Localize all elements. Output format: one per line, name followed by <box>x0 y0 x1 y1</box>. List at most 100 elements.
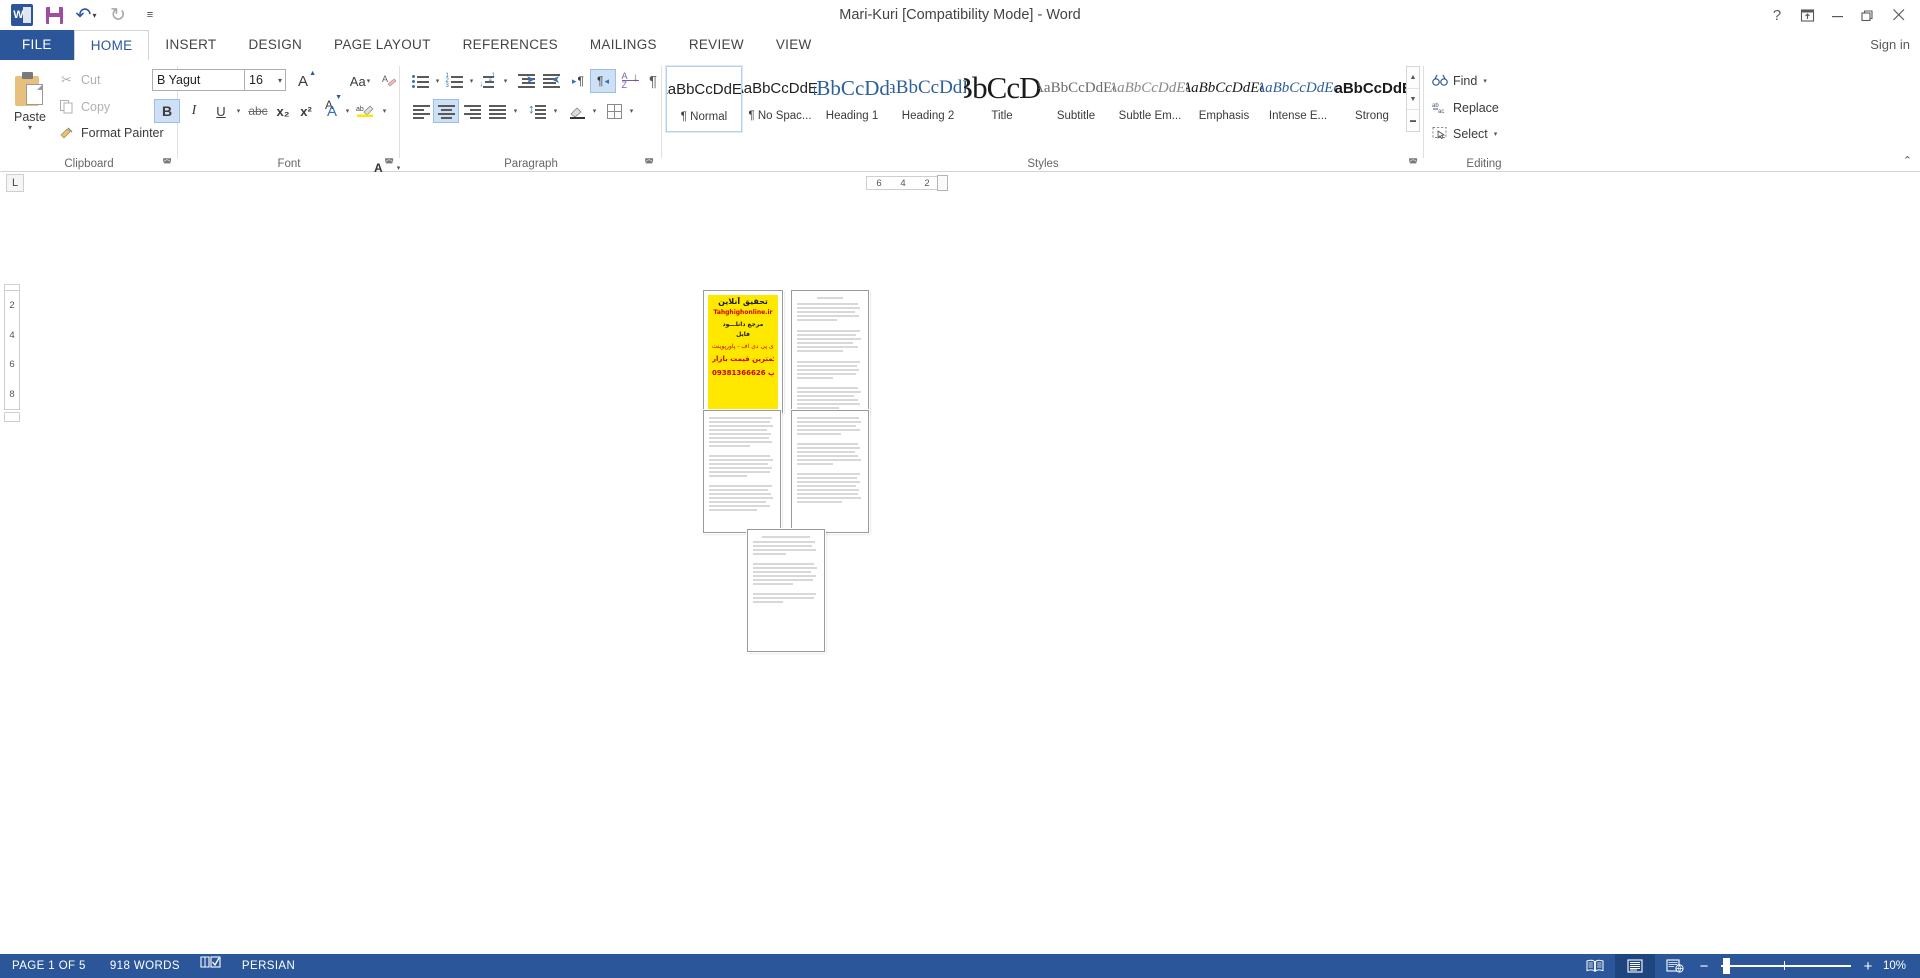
style-heading-2[interactable]: AaBbCcDdEe Heading 2 <box>890 66 966 132</box>
replace-button[interactable]: ab ac Replace <box>1432 96 1499 120</box>
style-heading-1[interactable]: AaBbCcDdEe Heading 1 <box>814 66 890 132</box>
highlight-color-icon[interactable]: ab <box>353 96 379 123</box>
multilevel-caret-icon[interactable]: ▾ <box>499 69 511 93</box>
decrease-indent-button[interactable]: ➤ <box>514 69 540 93</box>
minimize-button[interactable] <box>1822 1 1852 29</box>
bullets-button[interactable] <box>408 69 432 93</box>
numbering-button[interactable]: 123 <box>442 69 466 93</box>
shading-caret-icon[interactable]: ▾ <box>588 99 600 123</box>
style-subtle-emphasis[interactable]: AaBbCcDdEe Subtle Em... <box>1112 66 1188 132</box>
align-right-button[interactable] <box>459 99 485 123</box>
underline-button[interactable]: U <box>208 99 234 123</box>
style-normal[interactable]: AaBbCcDdEe ¶ Normal <box>665 65 743 133</box>
style-title[interactable]: AaBbCcDdEe Title <box>964 66 1040 132</box>
shading-button[interactable] <box>565 99 589 123</box>
language-indicator[interactable]: PERSIAN <box>230 954 307 978</box>
justify-button[interactable] <box>484 99 510 123</box>
font-size-caret-icon[interactable]: ▾ <box>278 76 282 85</box>
find-button[interactable]: Find ▾ <box>1432 69 1487 93</box>
find-caret-icon[interactable]: ▾ <box>1483 77 1487 85</box>
customize-quick-access-icon[interactable]: ≡ <box>136 2 164 28</box>
zoom-level[interactable]: 10% <box>1877 960 1920 972</box>
styles-more-icon[interactable]: ▬ <box>1407 110 1419 131</box>
italic-button[interactable]: I <box>181 99 207 123</box>
tab-view[interactable]: VIEW <box>760 30 828 60</box>
select-button[interactable]: Select ▾ <box>1432 122 1497 146</box>
styles-scroll-up-icon[interactable]: ▲ <box>1407 67 1419 89</box>
grow-font-button[interactable]: A ▲ <box>291 69 316 93</box>
tab-file[interactable]: FILE <box>0 30 74 60</box>
page-thumbnail-5[interactable] <box>747 529 825 652</box>
read-mode-button[interactable] <box>1575 954 1615 978</box>
tab-page-layout[interactable]: PAGE LAYOUT <box>318 30 447 60</box>
page-thumbnail-3[interactable] <box>703 410 781 533</box>
style-subtitle[interactable]: AaBbCcDdEe Subtitle <box>1038 66 1114 132</box>
align-center-button[interactable] <box>433 99 459 123</box>
tab-home[interactable]: HOME <box>73 30 150 60</box>
zoom-slider[interactable] <box>1720 954 1851 978</box>
page-indicator[interactable]: PAGE 1 OF 5 <box>0 954 98 978</box>
print-layout-button[interactable] <box>1614 954 1655 978</box>
strikethrough-button[interactable]: abc <box>244 99 272 123</box>
help-icon[interactable]: ? <box>1762 1 1792 29</box>
justify-caret-icon[interactable]: ▾ <box>509 99 521 123</box>
paste-dropdown-caret-icon[interactable]: ▾ <box>28 123 32 132</box>
borders-button[interactable] <box>602 99 626 123</box>
ribbon-display-options-icon[interactable] <box>1792 1 1822 29</box>
page-thumbnail-4[interactable] <box>791 410 869 533</box>
multilevel-list-button[interactable]: 1 a i <box>476 69 500 93</box>
zoom-out-button[interactable]: − <box>1695 958 1713 975</box>
style-strong[interactable]: AaBbCcDdEe Strong <box>1334 66 1410 132</box>
underline-caret-icon[interactable]: ▾ <box>232 99 244 123</box>
subscript-button[interactable]: x₂ <box>271 99 295 123</box>
styles-scroll-down-icon[interactable]: ▼ <box>1407 89 1419 111</box>
tab-design[interactable]: DESIGN <box>232 30 318 60</box>
cut-button[interactable]: ✂ Cut <box>58 69 100 91</box>
document-workspace[interactable]: L 6 4 2 2 4 6 8 تحقیق آنلاین Tahghighonl… <box>0 172 1920 956</box>
align-left-button[interactable] <box>408 99 434 123</box>
undo-icon[interactable]: ↶ ▾ <box>72 2 100 28</box>
style-emphasis[interactable]: AaBbCcDdEe Emphasis <box>1186 66 1262 132</box>
select-caret-icon[interactable]: ▾ <box>1494 130 1498 138</box>
styles-dialog-launcher[interactable]: ◚ <box>1408 158 1418 169</box>
page-thumbnail-2[interactable] <box>791 290 869 413</box>
highlight-caret-icon[interactable]: ▾ <box>378 99 390 123</box>
tab-references[interactable]: REFERENCES <box>447 30 574 60</box>
tab-review[interactable]: REVIEW <box>673 30 760 60</box>
clipboard-dialog-launcher[interactable]: ◚ <box>162 158 172 169</box>
word-count[interactable]: 918 WORDS <box>98 954 192 978</box>
style-no-spacing[interactable]: AaBbCcDdEe ¶ No Spac... <box>742 66 818 132</box>
tab-insert[interactable]: INSERT <box>149 30 232 60</box>
text-direction-rtl-button[interactable]: ¶ ◂ <box>590 69 616 93</box>
proofing-errors-icon[interactable] <box>192 954 230 978</box>
save-icon[interactable] <box>40 2 68 28</box>
word-app-icon[interactable]: W <box>8 2 36 28</box>
line-spacing-button[interactable]: ↕ <box>524 99 550 123</box>
copy-button[interactable]: Copy <box>58 96 110 118</box>
web-layout-button[interactable] <box>1655 954 1695 978</box>
increase-indent-button[interactable]: ➤ <box>539 69 565 93</box>
line-spacing-caret-icon[interactable]: ▾ <box>549 99 561 123</box>
zoom-slider-thumb[interactable] <box>1722 958 1730 974</box>
redo-icon[interactable]: ↻ <box>104 2 132 28</box>
superscript-button[interactable]: x² <box>294 99 318 123</box>
sort-button[interactable]: A Z ↓ <box>618 68 642 92</box>
sign-in-link[interactable]: Sign in <box>1870 30 1910 60</box>
paste-button[interactable]: Paste ▾ <box>6 66 54 152</box>
style-intense-emphasis[interactable]: AaBbCcDdEe Intense E... <box>1260 66 1336 132</box>
paragraph-dialog-launcher[interactable]: ◚ <box>644 158 654 169</box>
text-direction-ltr-button[interactable]: ▸ ¶ <box>565 69 591 93</box>
tab-mailings[interactable]: MAILINGS <box>574 30 673 60</box>
close-button[interactable] <box>1882 1 1916 29</box>
page-thumbnail-1[interactable]: تحقیق آنلاین Tahghighonline.ir مرجع دانل… <box>703 290 783 413</box>
change-case-button[interactable]: Aa ▾ <box>343 69 377 93</box>
borders-caret-icon[interactable]: ▾ <box>625 99 637 123</box>
bold-button[interactable]: B <box>154 99 180 123</box>
text-effects-icon[interactable]: A <box>321 99 343 123</box>
collapse-ribbon-icon[interactable]: ⌃ <box>1903 154 1912 167</box>
restore-button[interactable] <box>1852 1 1882 29</box>
format-painter-button[interactable]: Format Painter <box>58 122 164 144</box>
zoom-in-button[interactable]: + <box>1859 958 1877 975</box>
text-effects-caret-icon[interactable]: ▾ <box>341 99 353 123</box>
font-size-combo[interactable]: 16 ▾ <box>244 69 286 91</box>
